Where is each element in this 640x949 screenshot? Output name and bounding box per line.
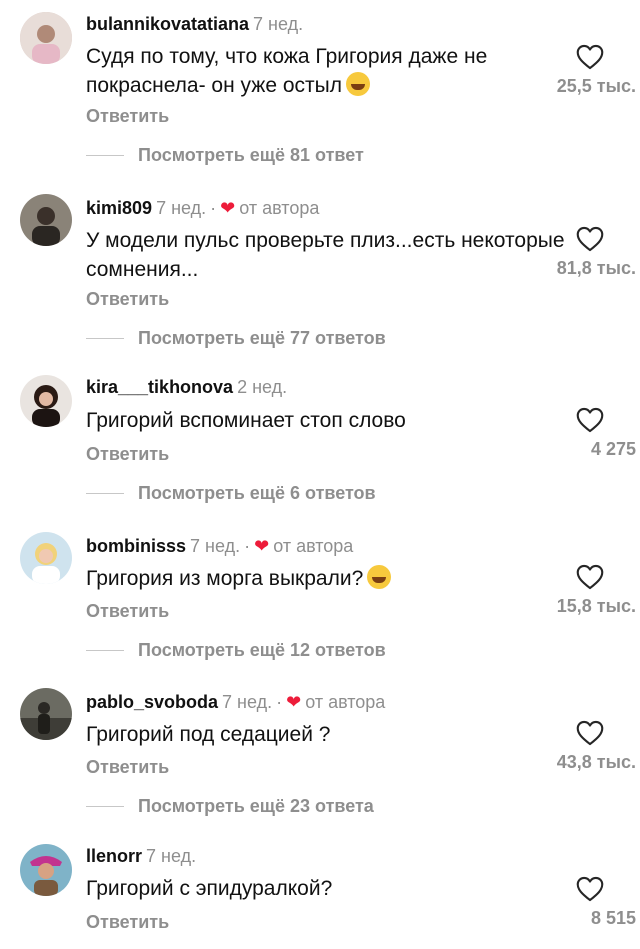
timestamp: 2 нед. (237, 377, 288, 397)
reply-button[interactable]: Ответить (86, 601, 169, 622)
author-label: от автора (273, 536, 354, 556)
comment-text: Григория из морга выкрали? (86, 567, 364, 590)
view-more-replies[interactable]: Посмотреть ещё 23 ответа (86, 794, 374, 818)
like-count: 43,8 тыс. (556, 752, 636, 772)
divider-line (86, 805, 124, 807)
like-count: 81,8 тыс. (556, 258, 636, 278)
like-count: 25,5 тыс. (556, 76, 636, 96)
separator-dot: · (276, 692, 283, 712)
timestamp: 7 нед. (190, 536, 241, 556)
avatar[interactable] (20, 688, 72, 740)
divider-line (86, 337, 124, 339)
view-more-replies-label: Посмотреть ещё 77 ответов (138, 327, 386, 348)
heart-icon[interactable] (576, 720, 604, 746)
separator-dot: · (244, 536, 251, 556)
comment-meta: llenorr 7 нед. (86, 846, 196, 867)
comment-meta: kimi809 7 нед. · ❤ от автора (86, 198, 319, 219)
author-label: от автора (239, 198, 320, 218)
view-more-replies-label: Посмотреть ещё 23 ответа (138, 795, 374, 816)
like-block: 25,5 тыс. (540, 44, 640, 97)
comment-text-block: Григорий с эпидуралкой? (86, 874, 566, 903)
divider-line (86, 492, 124, 494)
view-more-replies-label: Посмотреть ещё 12 ответов (138, 639, 386, 660)
comment-text: Григорий вспоминает стоп слово (86, 409, 406, 432)
username[interactable]: bulannikovatatiana (86, 14, 249, 34)
comment-text: Григорий с эпидуралкой? (86, 877, 333, 900)
divider-line (86, 649, 124, 651)
like-block: 81,8 тыс. (540, 226, 640, 279)
username[interactable]: pablo_svoboda (86, 692, 218, 712)
comment-text: У модели пульс проверьте плиз...есть нек… (86, 229, 565, 281)
comment-meta: kira___tikhonova 2 нед. (86, 377, 287, 398)
divider-line (86, 154, 124, 156)
heart-icon[interactable] (576, 564, 604, 590)
view-more-replies[interactable]: Посмотреть ещё 77 ответов (86, 326, 386, 350)
reply-button[interactable]: Ответить (86, 289, 169, 310)
timestamp: 7 нед. (146, 846, 197, 866)
comment-meta: bulannikovatatiana 7 нед. (86, 14, 303, 35)
timestamp: 7 нед. (253, 14, 304, 34)
separator-dot: · (210, 198, 217, 218)
comment-text-block: Судя по тому, что кожа Григория даже не … (86, 42, 566, 100)
author-heart-icon: ❤ (286, 692, 302, 712)
reply-button[interactable]: Ответить (86, 912, 169, 933)
avatar[interactable] (20, 844, 72, 896)
username[interactable]: kira___tikhonova (86, 377, 233, 397)
like-block: 4 275 (540, 407, 640, 460)
comment-text: Григорий под седацией ? (86, 723, 331, 746)
heart-icon[interactable] (576, 876, 604, 902)
author-heart-icon: ❤ (254, 536, 270, 556)
username[interactable]: kimi809 (86, 198, 152, 218)
like-block: 15,8 тыс. (540, 564, 640, 617)
view-more-replies-label: Посмотреть ещё 81 ответ (138, 144, 364, 165)
username[interactable]: llenorr (86, 846, 142, 866)
comment-meta: bombinisss 7 нед. · ❤ от автора (86, 536, 353, 557)
view-more-replies[interactable]: Посмотреть ещё 81 ответ (86, 143, 364, 167)
view-more-replies[interactable]: Посмотреть ещё 12 ответов (86, 638, 386, 662)
comment-text-block: Григорий под седацией ? (86, 720, 566, 749)
author-heart-icon: ❤ (220, 198, 236, 218)
reply-button[interactable]: Ответить (86, 106, 169, 127)
avatar[interactable] (20, 532, 72, 584)
timestamp: 7 нед. (156, 198, 207, 218)
view-more-replies-label: Посмотреть ещё 6 ответов (138, 482, 376, 503)
timestamp: 7 нед. (222, 692, 273, 712)
like-count: 15,8 тыс. (556, 596, 636, 616)
comment-text: Судя по тому, что кожа Григория даже не … (86, 45, 488, 97)
grin-emoji-icon (367, 565, 392, 589)
heart-icon[interactable] (576, 44, 604, 70)
like-block: 43,8 тыс. (540, 720, 640, 773)
author-label: от автора (305, 692, 386, 712)
avatar[interactable] (20, 12, 72, 64)
heart-icon[interactable] (576, 226, 604, 252)
comment-text-block: У модели пульс проверьте плиз...есть нек… (86, 226, 566, 284)
like-block: 8 515 (540, 876, 640, 929)
comment-text-block: Григорий вспоминает стоп слово (86, 406, 566, 435)
like-count: 8 515 (590, 908, 636, 928)
comment-text-block: Григория из морга выкрали? (86, 564, 566, 593)
rofl-emoji-icon (346, 72, 370, 96)
avatar[interactable] (20, 194, 72, 246)
view-more-replies[interactable]: Посмотреть ещё 6 ответов (86, 481, 376, 505)
avatar[interactable] (20, 375, 72, 427)
heart-icon[interactable] (576, 407, 604, 433)
username[interactable]: bombinisss (86, 536, 186, 556)
comment-meta: pablo_svoboda 7 нед. · ❤ от автора (86, 692, 385, 713)
reply-button[interactable]: Ответить (86, 444, 169, 465)
reply-button[interactable]: Ответить (86, 757, 169, 778)
like-count: 4 275 (590, 439, 636, 459)
